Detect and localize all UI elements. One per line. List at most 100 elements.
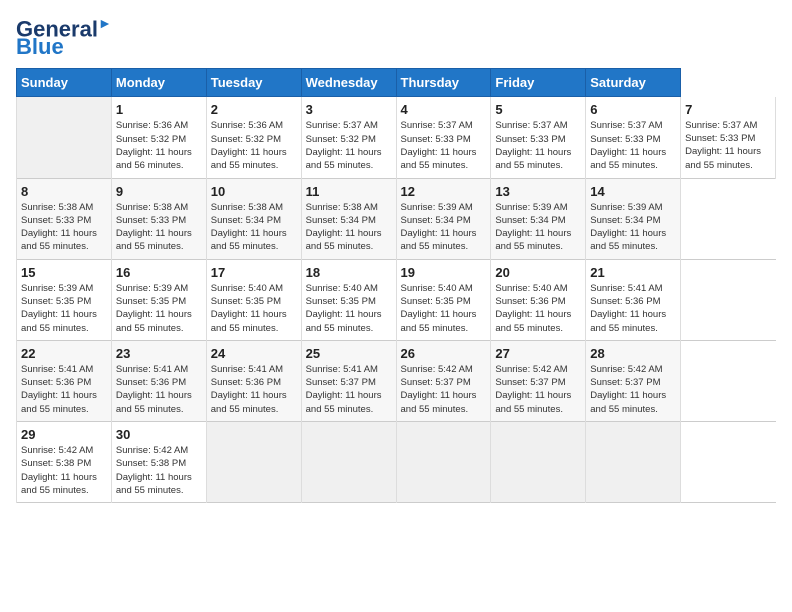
sunrise-text: Sunrise: 5:38 AM xyxy=(21,201,107,214)
day-cell: 15 Sunrise: 5:39 AM Sunset: 5:35 PM Dayl… xyxy=(17,259,112,340)
day-info: Sunrise: 5:36 AM Sunset: 5:32 PM Dayligh… xyxy=(211,119,297,172)
sunset-text: Sunset: 5:36 PM xyxy=(21,376,107,389)
sunrise-text: Sunrise: 5:41 AM xyxy=(21,363,107,376)
daylight-text: Daylight: 11 hours and 55 minutes. xyxy=(685,145,771,172)
day-number: 5 xyxy=(495,102,581,117)
sunset-text: Sunset: 5:35 PM xyxy=(401,295,487,308)
daylight-text: Daylight: 11 hours and 55 minutes. xyxy=(306,146,392,173)
sunrise-text: Sunrise: 5:37 AM xyxy=(306,119,392,132)
sunrise-text: Sunrise: 5:37 AM xyxy=(401,119,487,132)
sunset-text: Sunset: 5:36 PM xyxy=(495,295,581,308)
sunset-text: Sunset: 5:34 PM xyxy=(401,214,487,227)
day-info: Sunrise: 5:38 AM Sunset: 5:34 PM Dayligh… xyxy=(306,201,392,254)
header-cell-saturday: Saturday xyxy=(586,69,681,97)
day-info: Sunrise: 5:41 AM Sunset: 5:36 PM Dayligh… xyxy=(590,282,676,335)
daylight-text: Daylight: 11 hours and 55 minutes. xyxy=(590,146,676,173)
week-row-4: 22 Sunrise: 5:41 AM Sunset: 5:36 PM Dayl… xyxy=(17,340,776,421)
sunrise-text: Sunrise: 5:39 AM xyxy=(401,201,487,214)
sunrise-text: Sunrise: 5:36 AM xyxy=(211,119,297,132)
day-info: Sunrise: 5:40 AM Sunset: 5:36 PM Dayligh… xyxy=(495,282,581,335)
daylight-text: Daylight: 11 hours and 55 minutes. xyxy=(21,471,107,498)
daylight-text: Daylight: 11 hours and 55 minutes. xyxy=(211,146,297,173)
sunset-text: Sunset: 5:37 PM xyxy=(401,376,487,389)
sunset-text: Sunset: 5:36 PM xyxy=(211,376,297,389)
day-cell: 2 Sunrise: 5:36 AM Sunset: 5:32 PM Dayli… xyxy=(206,97,301,178)
sunrise-text: Sunrise: 5:38 AM xyxy=(211,201,297,214)
day-info: Sunrise: 5:38 AM Sunset: 5:33 PM Dayligh… xyxy=(116,201,202,254)
sunrise-text: Sunrise: 5:40 AM xyxy=(495,282,581,295)
day-number: 28 xyxy=(590,346,676,361)
sunrise-text: Sunrise: 5:39 AM xyxy=(21,282,107,295)
day-cell: 6 Sunrise: 5:37 AM Sunset: 5:33 PM Dayli… xyxy=(586,97,681,178)
day-cell: 1 Sunrise: 5:36 AM Sunset: 5:32 PM Dayli… xyxy=(111,97,206,178)
day-number: 8 xyxy=(21,184,107,199)
daylight-text: Daylight: 11 hours and 55 minutes. xyxy=(116,471,202,498)
day-cell: 13 Sunrise: 5:39 AM Sunset: 5:34 PM Dayl… xyxy=(491,178,586,259)
day-info: Sunrise: 5:42 AM Sunset: 5:38 PM Dayligh… xyxy=(21,444,107,497)
sunset-text: Sunset: 5:35 PM xyxy=(116,295,202,308)
sunset-text: Sunset: 5:33 PM xyxy=(590,133,676,146)
daylight-text: Daylight: 11 hours and 55 minutes. xyxy=(590,389,676,416)
day-number: 6 xyxy=(590,102,676,117)
day-number: 12 xyxy=(401,184,487,199)
day-cell: 18 Sunrise: 5:40 AM Sunset: 5:35 PM Dayl… xyxy=(301,259,396,340)
sunrise-text: Sunrise: 5:39 AM xyxy=(590,201,676,214)
header: General► Blue xyxy=(16,16,776,58)
sunrise-text: Sunrise: 5:36 AM xyxy=(116,119,202,132)
daylight-text: Daylight: 11 hours and 55 minutes. xyxy=(21,389,107,416)
sunset-text: Sunset: 5:34 PM xyxy=(211,214,297,227)
sunrise-text: Sunrise: 5:37 AM xyxy=(685,119,771,132)
day-cell xyxy=(301,422,396,503)
day-cell: 28 Sunrise: 5:42 AM Sunset: 5:37 PM Dayl… xyxy=(586,340,681,421)
sunrise-text: Sunrise: 5:42 AM xyxy=(21,444,107,457)
day-cell xyxy=(491,422,586,503)
daylight-text: Daylight: 11 hours and 56 minutes. xyxy=(116,146,202,173)
day-info: Sunrise: 5:39 AM Sunset: 5:34 PM Dayligh… xyxy=(401,201,487,254)
daylight-text: Daylight: 11 hours and 55 minutes. xyxy=(306,227,392,254)
day-info: Sunrise: 5:40 AM Sunset: 5:35 PM Dayligh… xyxy=(211,282,297,335)
sunset-text: Sunset: 5:33 PM xyxy=(495,133,581,146)
day-info: Sunrise: 5:42 AM Sunset: 5:37 PM Dayligh… xyxy=(401,363,487,416)
day-cell: 20 Sunrise: 5:40 AM Sunset: 5:36 PM Dayl… xyxy=(491,259,586,340)
sunset-text: Sunset: 5:34 PM xyxy=(306,214,392,227)
sunset-text: Sunset: 5:33 PM xyxy=(685,132,771,145)
sunset-text: Sunset: 5:37 PM xyxy=(590,376,676,389)
day-info: Sunrise: 5:42 AM Sunset: 5:37 PM Dayligh… xyxy=(590,363,676,416)
header-row: SundayMondayTuesdayWednesdayThursdayFrid… xyxy=(17,69,776,97)
day-number: 1 xyxy=(116,102,202,117)
day-cell: 17 Sunrise: 5:40 AM Sunset: 5:35 PM Dayl… xyxy=(206,259,301,340)
sunset-text: Sunset: 5:32 PM xyxy=(306,133,392,146)
daylight-text: Daylight: 11 hours and 55 minutes. xyxy=(401,308,487,335)
daylight-text: Daylight: 11 hours and 55 minutes. xyxy=(21,308,107,335)
day-number: 20 xyxy=(495,265,581,280)
day-cell xyxy=(586,422,681,503)
day-info: Sunrise: 5:41 AM Sunset: 5:37 PM Dayligh… xyxy=(306,363,392,416)
header-cell-monday: Monday xyxy=(111,69,206,97)
logo-text2: Blue xyxy=(16,36,64,58)
sunset-text: Sunset: 5:35 PM xyxy=(21,295,107,308)
sunset-text: Sunset: 5:34 PM xyxy=(590,214,676,227)
day-number: 25 xyxy=(306,346,392,361)
day-info: Sunrise: 5:37 AM Sunset: 5:33 PM Dayligh… xyxy=(590,119,676,172)
sunrise-text: Sunrise: 5:41 AM xyxy=(211,363,297,376)
daylight-text: Daylight: 11 hours and 55 minutes. xyxy=(401,389,487,416)
day-info: Sunrise: 5:37 AM Sunset: 5:32 PM Dayligh… xyxy=(306,119,392,172)
day-cell: 12 Sunrise: 5:39 AM Sunset: 5:34 PM Dayl… xyxy=(396,178,491,259)
day-cell: 4 Sunrise: 5:37 AM Sunset: 5:33 PM Dayli… xyxy=(396,97,491,178)
day-info: Sunrise: 5:41 AM Sunset: 5:36 PM Dayligh… xyxy=(21,363,107,416)
day-number: 24 xyxy=(211,346,297,361)
sunset-text: Sunset: 5:38 PM xyxy=(21,457,107,470)
day-number: 19 xyxy=(401,265,487,280)
day-cell: 21 Sunrise: 5:41 AM Sunset: 5:36 PM Dayl… xyxy=(586,259,681,340)
week-row-1: 1 Sunrise: 5:36 AM Sunset: 5:32 PM Dayli… xyxy=(17,97,776,178)
daylight-text: Daylight: 11 hours and 55 minutes. xyxy=(401,146,487,173)
day-cell: 9 Sunrise: 5:38 AM Sunset: 5:33 PM Dayli… xyxy=(111,178,206,259)
day-info: Sunrise: 5:36 AM Sunset: 5:32 PM Dayligh… xyxy=(116,119,202,172)
week-row-2: 8 Sunrise: 5:38 AM Sunset: 5:33 PM Dayli… xyxy=(17,178,776,259)
day-cell: 16 Sunrise: 5:39 AM Sunset: 5:35 PM Dayl… xyxy=(111,259,206,340)
sunrise-text: Sunrise: 5:39 AM xyxy=(495,201,581,214)
day-cell: 23 Sunrise: 5:41 AM Sunset: 5:36 PM Dayl… xyxy=(111,340,206,421)
day-number: 27 xyxy=(495,346,581,361)
sunset-text: Sunset: 5:34 PM xyxy=(495,214,581,227)
day-info: Sunrise: 5:41 AM Sunset: 5:36 PM Dayligh… xyxy=(211,363,297,416)
